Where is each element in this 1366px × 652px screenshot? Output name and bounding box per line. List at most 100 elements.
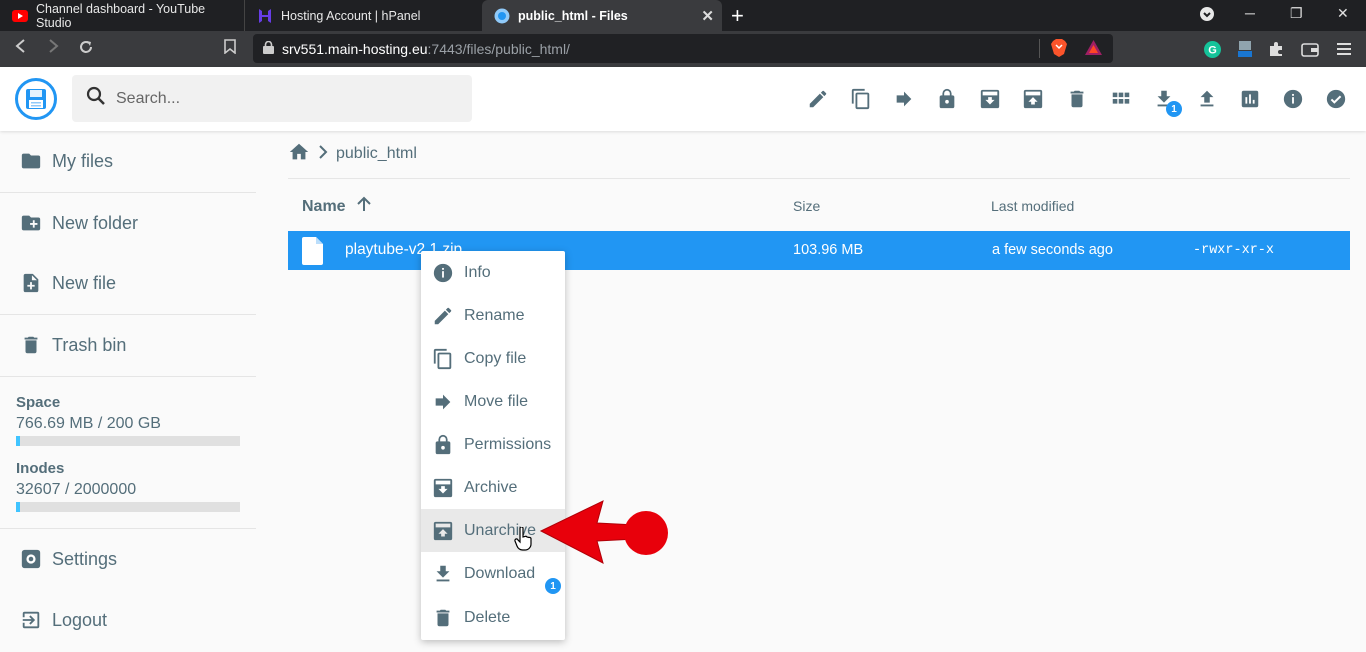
archive-icon <box>431 476 455 500</box>
copy-icon <box>431 347 455 371</box>
rename-toolbar-icon[interactable] <box>806 87 830 111</box>
column-header-size[interactable]: Size <box>793 198 820 214</box>
space-progress-bar <box>16 436 240 446</box>
file-icon <box>301 237 325 270</box>
extension-avatar-icon[interactable] <box>1235 39 1255 59</box>
tab-search-icon[interactable] <box>1200 7 1214 24</box>
delete-icon <box>431 606 455 630</box>
menu-item-permissions[interactable]: Permissions <box>421 423 565 466</box>
stats-toolbar-icon[interactable] <box>1238 87 1262 111</box>
delete-toolbar-icon[interactable] <box>1065 87 1089 111</box>
grid-view-toolbar-icon[interactable] <box>1109 87 1133 111</box>
sort-ascending-icon <box>356 196 372 217</box>
info-icon <box>431 261 455 285</box>
restore-button[interactable]: ❐ <box>1290 5 1303 22</box>
lock-icon <box>431 433 455 457</box>
home-icon[interactable] <box>288 141 310 168</box>
sidebar-item-label: New file <box>52 272 117 293</box>
menu-item-label: Archive <box>464 478 518 496</box>
logout-icon <box>20 609 42 631</box>
sidebar: My files New folder New file Trash bin S… <box>0 131 256 652</box>
breadcrumb-current-folder[interactable]: public_html <box>336 145 417 163</box>
filebrowser-icon <box>494 8 510 24</box>
file-modified: a few seconds ago <box>992 242 1113 258</box>
column-name-label: Name <box>302 197 346 215</box>
download-count-badge: 1 <box>545 578 561 594</box>
minimize-button[interactable]: ─ <box>1245 5 1255 21</box>
hostinger-icon <box>257 8 273 24</box>
sidebar-item-label: New folder <box>52 212 139 233</box>
copy-toolbar-icon[interactable] <box>849 87 873 111</box>
space-label: Space <box>16 394 61 411</box>
divider <box>0 376 256 377</box>
sidebar-item-new-file[interactable]: New file <box>0 253 256 313</box>
grammarly-icon[interactable]: G <box>1202 39 1222 59</box>
menu-item-label: Rename <box>464 306 525 324</box>
forward-button[interactable] <box>46 39 60 58</box>
sidebar-item-trash-bin[interactable]: Trash bin <box>0 315 256 375</box>
brave-shield-icon[interactable] <box>1051 39 1067 60</box>
archive-toolbar-icon[interactable] <box>978 87 1002 111</box>
sidebar-item-label: Logout <box>52 609 108 630</box>
menu-item-rename[interactable]: Rename <box>421 294 565 337</box>
file-permissions: -rwxr-xr-x <box>1193 243 1275 258</box>
tab-youtube-studio[interactable]: Channel dashboard - YouTube Studio <box>0 0 244 31</box>
close-tab-icon[interactable]: ✕ <box>701 7 714 25</box>
inodes-progress-fill <box>16 502 21 512</box>
download-icon <box>431 562 455 586</box>
browser-tab-bar: Channel dashboard - YouTube Studio Hosti… <box>0 0 1366 31</box>
new-file-icon <box>20 272 42 294</box>
hand-cursor-icon <box>514 527 532 551</box>
menu-item-label: Download <box>464 564 536 582</box>
sidebar-item-new-folder[interactable]: New folder <box>0 193 256 253</box>
back-button[interactable] <box>14 39 28 58</box>
url-host: srv551.main-hosting.eu <box>282 40 428 57</box>
upload-toolbar-icon[interactable] <box>1195 87 1219 111</box>
menu-item-label: Copy file <box>464 349 527 367</box>
sidebar-item-settings[interactable]: Settings <box>0 529 256 589</box>
reload-button[interactable] <box>78 39 94 60</box>
tab-hpanel[interactable]: Hosting Account | hPanel <box>244 0 482 31</box>
permissions-toolbar-icon[interactable] <box>935 87 959 111</box>
info-toolbar-icon[interactable] <box>1281 87 1305 111</box>
new-tab-button[interactable]: + <box>731 3 744 29</box>
youtube-icon <box>12 8 28 24</box>
browser-menu-icon[interactable] <box>1334 39 1354 59</box>
inodes-progress-bar <box>16 502 240 512</box>
url-field[interactable]: srv551.main-hosting.eu:7443/files/public… <box>253 34 1113 63</box>
inodes-value: 32607 / 2000000 <box>16 481 137 498</box>
tab-public-html-files[interactable]: public_html - Files ✕ <box>482 0 722 31</box>
lock-icon <box>263 40 274 57</box>
tab-title: public_html - Files <box>518 8 628 23</box>
move-toolbar-icon[interactable] <box>892 87 916 111</box>
annotation-arrow-icon <box>539 500 668 564</box>
search-box[interactable] <box>72 75 472 122</box>
brave-rewards-icon[interactable] <box>1085 40 1102 58</box>
column-header-modified[interactable]: Last modified <box>991 198 1074 214</box>
sidebar-item-label: My files <box>52 150 114 171</box>
sidebar-item-label: Trash bin <box>52 334 127 355</box>
sidebar-item-my-files[interactable]: My files <box>0 131 256 191</box>
extensions-puzzle-icon[interactable] <box>1266 39 1286 59</box>
menu-item-delete[interactable]: Delete <box>421 596 565 639</box>
wallet-icon[interactable] <box>1300 39 1320 59</box>
filebrowser-logo[interactable] <box>15 78 57 120</box>
divider <box>288 178 1350 179</box>
breadcrumb: public_html <box>288 140 417 168</box>
close-window-button[interactable]: ✕ <box>1337 5 1349 22</box>
space-progress-fill <box>16 436 21 446</box>
svg-text:G: G <box>1208 44 1217 56</box>
tab-title: Hosting Account | hPanel <box>281 8 421 23</box>
download-toolbar-icon[interactable]: 1 <box>1152 87 1182 117</box>
column-header-name[interactable]: Name <box>302 196 372 217</box>
context-menu: Info Rename Copy file Move file Permissi… <box>421 251 565 640</box>
menu-item-info[interactable]: Info <box>421 251 565 294</box>
bookmark-icon[interactable] <box>224 39 236 59</box>
search-input[interactable] <box>116 89 446 108</box>
menu-item-move-file[interactable]: Move file <box>421 380 565 423</box>
url-path: :7443/files/public_html/ <box>427 40 570 57</box>
menu-item-copy-file[interactable]: Copy file <box>421 337 565 380</box>
select-toolbar-icon[interactable] <box>1324 87 1348 111</box>
sidebar-item-logout[interactable]: Logout <box>0 590 256 650</box>
unarchive-toolbar-icon[interactable] <box>1021 87 1045 111</box>
